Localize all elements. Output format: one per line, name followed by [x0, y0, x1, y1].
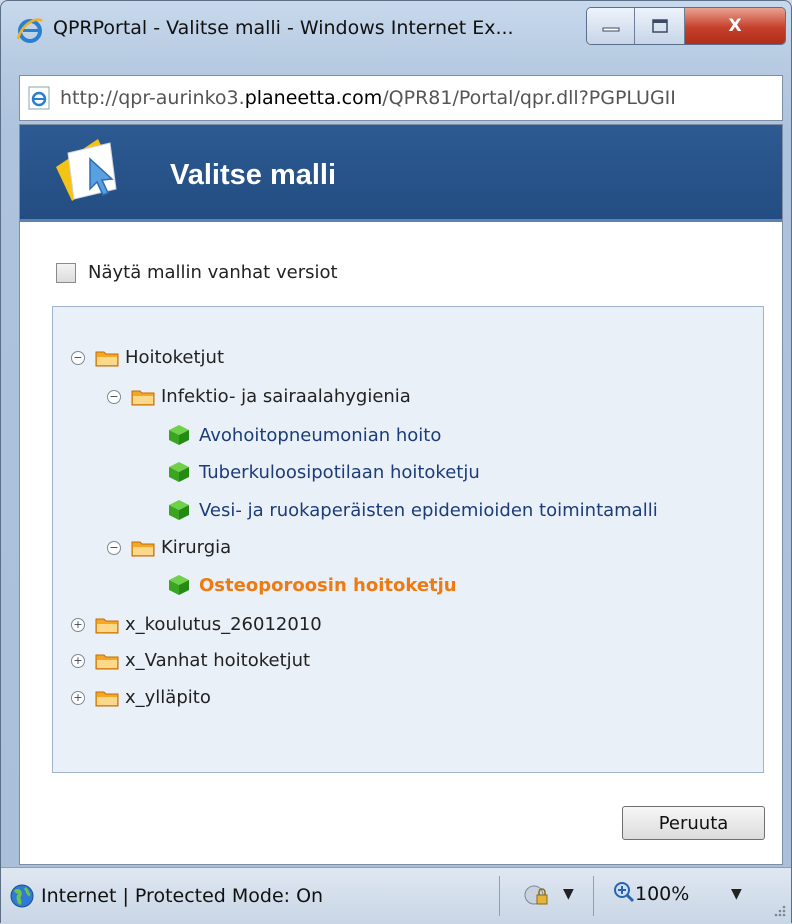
close-icon: X: [728, 16, 742, 36]
tree-node-hoitoketjut[interactable]: − Hoitoketjut: [71, 347, 224, 368]
tree-leaf-avohoitopneumonia[interactable]: Avohoitopneumonian hoito: [167, 423, 441, 447]
tree-label: x_Vanhat hoitoketjut: [125, 650, 311, 671]
model-cube-icon: [169, 425, 189, 445]
close-button[interactable]: X: [685, 8, 785, 44]
dialog-header: Valitse malli: [20, 125, 782, 222]
folder-icon: [95, 654, 119, 669]
url-prefix: http://qpr-aurinko3.: [60, 87, 245, 109]
resize-grip-icon[interactable]: [771, 902, 787, 918]
minimize-button[interactable]: [587, 8, 635, 44]
model-cube-icon: [169, 575, 189, 595]
collapse-toggle[interactable]: −: [107, 540, 121, 555]
tree-leaf-osteoporoosi-selected[interactable]: Osteoporoosin hoitoketju: [167, 573, 457, 597]
url-suffix: /QPR81/Portal/qpr.dll?PGPLUGII: [382, 87, 676, 109]
zoom-icon[interactable]: [613, 881, 635, 903]
folder-icon: [131, 390, 155, 405]
tree-node-infektio[interactable]: − Infektio- ja sairaalahygienia: [107, 386, 411, 407]
expand-toggle[interactable]: +: [71, 653, 85, 668]
folder-icon: [131, 541, 155, 556]
security-dropdown-icon[interactable]: ▼: [563, 886, 574, 902]
address-bar[interactable]: http://qpr-aurinko3.planeetta.com/QPR81/…: [19, 75, 783, 121]
folder-icon: [95, 691, 119, 706]
tree-label: Infektio- ja sairaalahygienia: [161, 386, 411, 407]
maximize-button[interactable]: [635, 8, 685, 44]
folder-icon: [95, 618, 119, 633]
expand-toggle[interactable]: +: [71, 617, 85, 632]
show-old-versions-label: Näytä mallin vanhat versiot: [88, 262, 338, 283]
show-old-versions-option: Näytä mallin vanhat versiot: [56, 262, 338, 283]
internet-explorer-icon: [16, 18, 43, 43]
tree-label: Osteoporoosin hoitoketju: [199, 574, 457, 596]
browser-window: QPRPortal - Valitse malli - Windows Inte…: [0, 0, 792, 924]
page-icon: [28, 86, 50, 110]
folder-icon: [95, 351, 119, 366]
model-tree: − Hoitoketjut − Infektio- ja sairaalahyg…: [52, 306, 764, 773]
collapse-toggle[interactable]: −: [71, 350, 85, 365]
tree-node-koulutus[interactable]: + x_koulutus_26012010: [71, 614, 322, 635]
cancel-button[interactable]: Peruuta: [622, 806, 765, 840]
minimize-icon: [602, 27, 619, 32]
show-old-versions-checkbox[interactable]: [56, 262, 76, 283]
tree-leaf-epidemiat[interactable]: Vesi- ja ruokaperäisten epidemioiden toi…: [167, 498, 658, 522]
globe-icon: [10, 884, 34, 908]
tree-node-yllapito[interactable]: + x_ylläpito: [71, 687, 211, 708]
page-content: Valitse malli Näytä mallin vanhat versio…: [19, 124, 783, 865]
expand-toggle[interactable]: +: [71, 690, 85, 705]
model-cube-icon: [169, 500, 189, 520]
tree-label: Tuberkuloosipotilaan hoitoketju: [199, 461, 480, 483]
divider: [499, 876, 500, 916]
window-controls: X: [586, 7, 786, 45]
select-model-logo-icon: [56, 139, 117, 201]
security-zone-status[interactable]: Internet | Protected Mode: On: [41, 885, 323, 907]
url-domain: planeetta.com: [244, 87, 383, 109]
model-cube-icon: [169, 462, 189, 482]
tree-label: x_ylläpito: [125, 687, 211, 708]
url-text: http://qpr-aurinko3.planeetta.com/QPR81/…: [60, 87, 676, 109]
status-bar: Internet | Protected Mode: On ▼ 100% ▼: [1, 867, 791, 924]
tree-label: Kirurgia: [161, 537, 232, 558]
page-title: Valitse malli: [170, 159, 337, 191]
zoom-dropdown-icon[interactable]: ▼: [731, 886, 742, 902]
tree-leaf-tuberkuloosi[interactable]: Tuberkuloosipotilaan hoitoketju: [167, 460, 480, 484]
tree-label: Hoitoketjut: [125, 347, 224, 368]
divider: [593, 876, 594, 916]
tree-node-vanhat[interactable]: + x_Vanhat hoitoketjut: [71, 650, 310, 671]
tree-label: Vesi- ja ruokaperäisten epidemioiden toi…: [199, 499, 658, 521]
zoom-level[interactable]: 100%: [635, 883, 689, 905]
window-title: QPRPortal - Valitse malli - Windows Inte…: [53, 17, 514, 39]
title-bar: QPRPortal - Valitse malli - Windows Inte…: [1, 1, 791, 57]
maximize-icon: [651, 19, 668, 33]
tree-node-kirurgia[interactable]: − Kirurgia: [107, 537, 231, 558]
collapse-toggle[interactable]: −: [107, 389, 121, 404]
tree-label: Avohoitopneumonian hoito: [199, 424, 442, 446]
tree-label: x_koulutus_26012010: [125, 614, 322, 635]
security-lock-icon[interactable]: [523, 883, 551, 909]
